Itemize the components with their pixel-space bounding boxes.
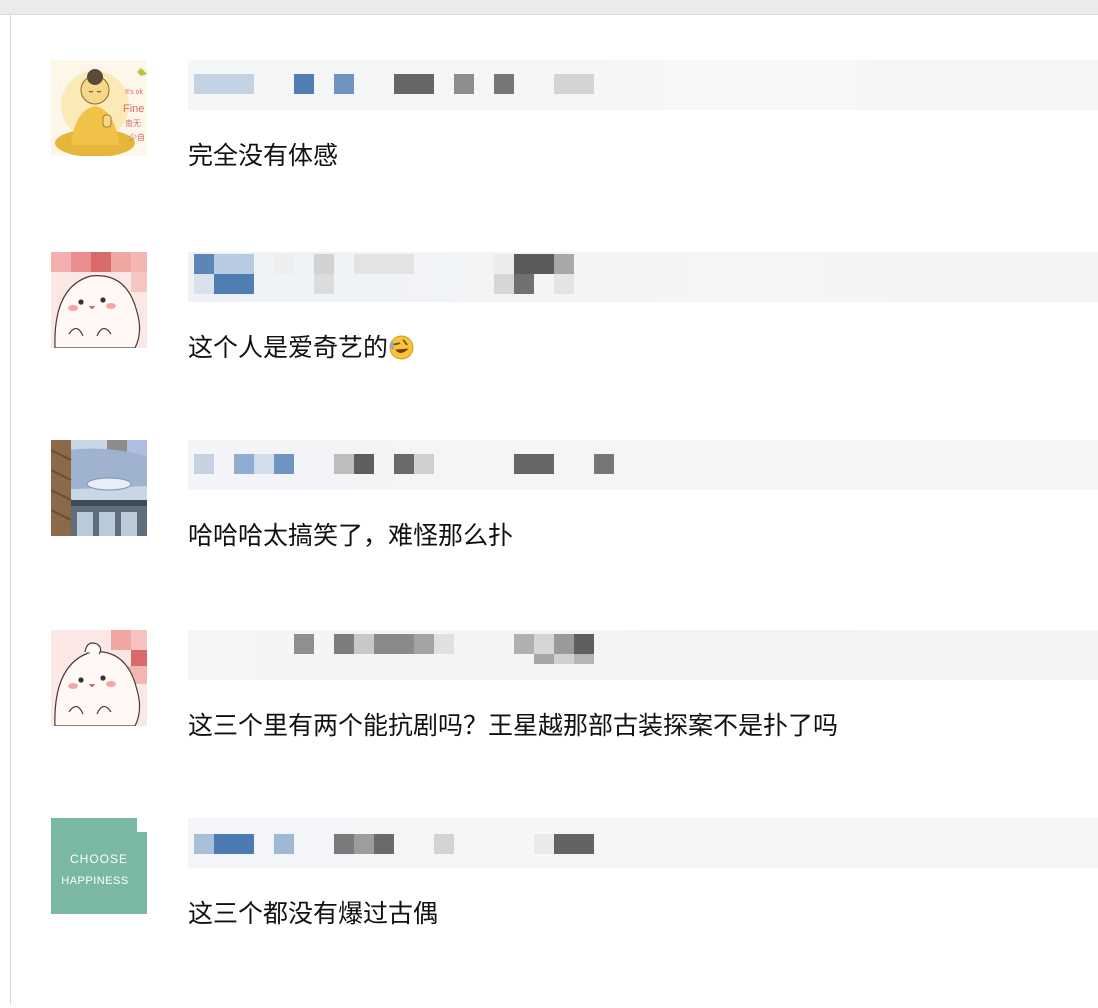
username-block	[254, 454, 274, 474]
username-block	[294, 74, 314, 94]
comment-item: CHOOSE HAPPINESS 这三个都没有爆过古偶	[0, 818, 1098, 1008]
top-header-bar	[0, 0, 1098, 15]
username-block	[354, 634, 374, 654]
username-block	[334, 74, 354, 94]
username-block	[214, 834, 254, 854]
avatar-caption: It's ok	[125, 89, 144, 96]
avatar-caption: 少自	[129, 132, 145, 142]
comment-text: 这个人是爱奇艺的	[188, 330, 414, 366]
username-block	[514, 634, 534, 654]
username-block	[294, 634, 314, 654]
username-pixelated[interactable]	[188, 630, 1098, 680]
avatar-caption: 南无	[125, 118, 141, 128]
username-block	[514, 254, 554, 274]
username-block	[554, 254, 574, 274]
username-block	[514, 454, 554, 474]
avatar-caption: CHOOSE	[70, 852, 128, 866]
username-pixelated[interactable]	[188, 60, 1098, 110]
username-block	[434, 634, 454, 654]
username-blur	[188, 440, 1098, 490]
username-block	[314, 274, 334, 294]
username-block	[394, 454, 414, 474]
username-block	[554, 634, 574, 654]
username-block	[414, 634, 434, 654]
username-block	[574, 654, 594, 664]
username-block	[534, 634, 554, 654]
username-block	[494, 274, 514, 294]
teal-text-avatar: CHOOSE HAPPINESS	[51, 818, 147, 914]
comment-text: 完全没有体感	[188, 141, 339, 170]
pink-cartoon-avatar	[51, 252, 147, 348]
username-block	[374, 834, 394, 854]
username-block	[454, 74, 474, 94]
comment-item: 这个人是爱奇艺的	[0, 252, 1098, 442]
username-block	[554, 74, 594, 94]
username-block	[534, 654, 554, 664]
username-block	[354, 254, 414, 274]
username-block	[554, 834, 594, 854]
username-block	[534, 834, 554, 854]
username-block	[554, 274, 574, 294]
username-blur	[188, 630, 1098, 680]
avatar[interactable]	[51, 630, 147, 726]
comment-text-content: 这个人是爱奇艺的	[188, 333, 389, 362]
username-block	[594, 454, 614, 474]
username-block	[354, 454, 374, 474]
avatar[interactable]	[51, 440, 147, 536]
username-pixelated[interactable]	[188, 818, 1098, 868]
username-pixelated[interactable]	[188, 440, 1098, 490]
username-pixelated[interactable]	[188, 252, 1098, 302]
username-block	[194, 254, 214, 274]
username-block	[334, 634, 354, 654]
avatar[interactable]: CHOOSE HAPPINESS	[51, 818, 147, 914]
username-block	[354, 834, 374, 854]
comment-text: 哈哈哈太搞笑了，难怪那么扑	[188, 521, 514, 550]
username-block	[574, 634, 594, 654]
username-block	[334, 454, 354, 474]
username-block	[554, 654, 574, 664]
username-block	[514, 274, 534, 294]
pink-cartoon-avatar	[51, 630, 147, 726]
username-block	[194, 74, 254, 94]
comment-item: It's ok Fine 南无 少自 完全没有体感	[0, 60, 1098, 250]
username-block	[194, 454, 214, 474]
username-block	[494, 254, 514, 274]
window-view-avatar	[51, 440, 147, 536]
username-block	[434, 834, 454, 854]
comment-text: 这三个都没有爆过古偶	[188, 899, 439, 928]
rolling-laughing-emoji-icon	[389, 335, 414, 360]
avatar-caption: HAPPINESS	[61, 875, 128, 887]
username-block	[414, 454, 434, 474]
avatar-caption: Fine	[123, 103, 144, 115]
comment-text: 这三个里有两个能抗剧吗？王星越那部古装探案不是扑了吗	[188, 711, 839, 740]
comment-item: 哈哈哈太搞笑了，难怪那么扑	[0, 440, 1098, 630]
buddha-sticker-avatar: It's ok Fine 南无 少自	[51, 60, 147, 156]
username-blur	[188, 60, 1098, 110]
username-block	[334, 834, 354, 854]
username-block	[394, 74, 434, 94]
username-block	[274, 454, 294, 474]
username-block	[314, 254, 334, 274]
comment-item: 这三个里有两个能抗剧吗？王星越那部古装探案不是扑了吗	[0, 630, 1098, 820]
username-block	[374, 634, 414, 654]
avatar[interactable]: It's ok Fine 南无 少自	[51, 60, 147, 156]
username-block	[194, 834, 214, 854]
avatar[interactable]	[51, 252, 147, 348]
username-blur	[188, 818, 1098, 868]
username-block	[234, 454, 254, 474]
username-block	[214, 274, 254, 294]
username-block	[194, 274, 214, 294]
username-block	[494, 74, 514, 94]
username-block	[274, 254, 294, 274]
username-block	[214, 254, 254, 274]
username-block	[274, 834, 294, 854]
